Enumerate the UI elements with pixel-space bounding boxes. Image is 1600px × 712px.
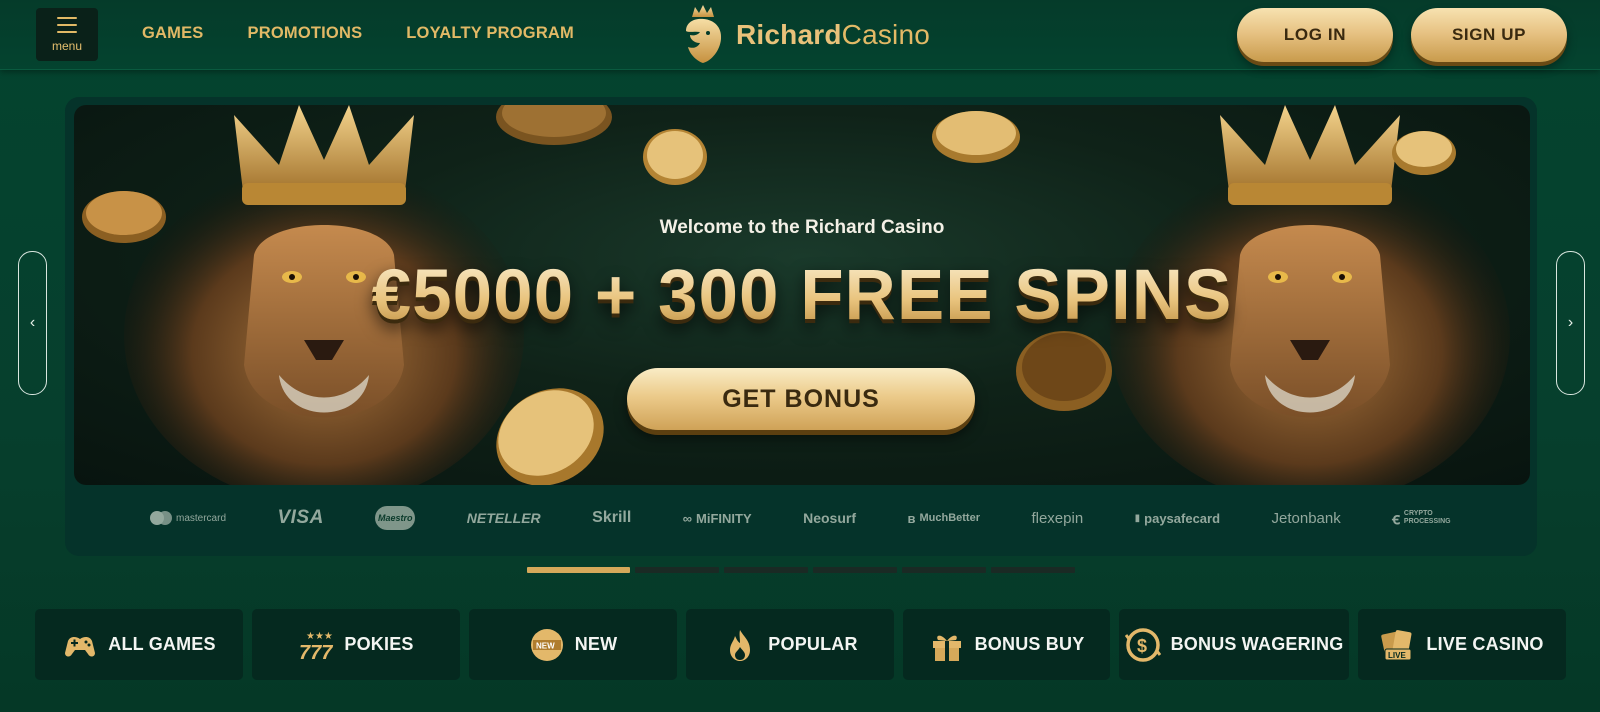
nav-loyalty-program[interactable]: LOYALTY PROGRAM <box>406 24 574 43</box>
svg-text:LIVE: LIVE <box>1388 651 1406 660</box>
payment-skrill: Skrill <box>592 509 632 526</box>
category-label: LIVE CASINO <box>1426 634 1544 654</box>
coin-icon <box>643 129 707 185</box>
menu-button[interactable]: menu <box>36 8 98 61</box>
carousel-indicator[interactable] <box>724 567 808 573</box>
main-nav: GAMES PROMOTIONS LOYALTY PROGRAM <box>142 24 574 43</box>
lion-crown-logo-icon <box>686 5 722 63</box>
slot-777-icon: 777 ★★★ <box>299 631 333 663</box>
category-pokies[interactable]: 777 ★★★ POKIES <box>252 609 460 680</box>
carousel-indicator[interactable] <box>902 567 986 573</box>
payment-paysafecard: ▮ paysafecard <box>1135 511 1220 526</box>
coin-icon <box>932 111 1020 163</box>
new-badge-icon: NEW <box>530 628 563 661</box>
signup-button[interactable]: SIGN UP <box>1411 8 1567 62</box>
site-logo[interactable]: RichardCasino <box>678 2 930 68</box>
carousel-indicator[interactable] <box>991 567 1075 573</box>
svg-text:$: $ <box>1137 636 1147 656</box>
hero-welcome-text: Welcome to the Richard Casino <box>659 217 945 238</box>
category-label: POPULAR <box>768 634 858 654</box>
carousel-indicator-active[interactable] <box>527 567 630 573</box>
svg-text:777: 777 <box>299 642 333 663</box>
category-bonus-wagering[interactable]: $ BONUS WAGERING <box>1119 609 1349 680</box>
category-bonus-buy[interactable]: BONUS BUY <box>903 609 1110 680</box>
payment-label: MuchBetter <box>919 512 980 524</box>
payment-label: mastercard <box>176 512 227 524</box>
gift-icon <box>932 635 961 661</box>
coinspaid-icon: ꞓ <box>1392 511 1400 528</box>
category-label: BONUS WAGERING <box>1170 634 1344 654</box>
payment-maestro: Maestro <box>375 506 416 530</box>
payment-flexepin: flexepin <box>1031 509 1084 527</box>
maestro-icon: Maestro <box>375 506 416 530</box>
category-live-casino[interactable]: LIVE LIVE CASINO <box>1358 609 1566 680</box>
chevron-right-icon: › <box>1567 314 1574 331</box>
coin-icon <box>1392 131 1456 175</box>
svg-text:★★★: ★★★ <box>306 631 333 642</box>
carousel-progress <box>527 567 1075 573</box>
category-popular[interactable]: POPULAR <box>686 609 894 680</box>
mastercard-icon <box>150 511 172 525</box>
category-label: POKIES <box>344 634 414 654</box>
payment-mastercard: mastercard <box>150 511 226 525</box>
payment-label: MiFINITY <box>696 510 752 526</box>
login-button[interactable]: LOG IN <box>1237 8 1393 62</box>
category-label: BONUS BUY <box>974 634 1085 654</box>
coin-icon <box>496 388 604 485</box>
payment-muchbetter: ʙ MuchBetter <box>907 511 980 526</box>
hero-bonus-title: €5000 + 300 FREE SPINS <box>74 255 1530 336</box>
hero-banner: Welcome to the Richard Casino €5000 + 30… <box>74 105 1530 485</box>
payment-neosurf: Neosurf <box>803 510 857 526</box>
carousel-indicator[interactable] <box>813 567 897 573</box>
payment-label: CRYPTO PROCESSING <box>1403 510 1451 525</box>
category-new[interactable]: NEW NEW <box>469 609 677 680</box>
carousel-prev-button[interactable]: ‹ <box>18 251 47 395</box>
site-header: menu GAMES PROMOTIONS LOYALTY PROGRAM Ri… <box>0 0 1600 70</box>
carousel-next-button[interactable]: › <box>1556 251 1585 395</box>
lock-icon: ▮ <box>1134 512 1141 524</box>
payment-methods: mastercard VISA Maestro NETELLER Skrill … <box>150 506 1451 530</box>
muchbetter-icon: ʙ <box>907 510 916 526</box>
live-cards-icon: LIVE <box>1381 629 1412 660</box>
coin-icon <box>496 105 612 145</box>
gamepad-icon <box>65 636 96 657</box>
menu-label: menu <box>51 38 83 53</box>
logo-text-bold: Richard <box>736 19 842 50</box>
infinity-icon: ∞ <box>682 510 693 526</box>
payment-crypto-processing: ꞓ CRYPTO PROCESSING <box>1392 507 1450 529</box>
payment-neteller: NETELLER <box>466 510 541 526</box>
category-label: NEW <box>574 634 618 654</box>
logo-text-light: Casino <box>841 19 931 50</box>
nav-games[interactable]: GAMES <box>142 24 204 43</box>
payment-label: paysafecard <box>1144 510 1221 526</box>
category-all-games[interactable]: ALL GAMES <box>35 609 243 680</box>
logo-text: RichardCasino <box>736 19 930 51</box>
chevron-left-icon: ‹ <box>29 314 36 331</box>
dollar-coin-icon: $ <box>1124 627 1161 662</box>
svg-text:NEW: NEW <box>536 641 555 650</box>
payment-jetonbank: Jetonbank <box>1271 509 1341 527</box>
category-label: ALL GAMES <box>108 634 216 654</box>
payment-mifinity: ∞ MiFINITY <box>683 511 752 526</box>
nav-promotions[interactable]: PROMOTIONS <box>248 24 363 43</box>
hamburger-icon <box>57 16 77 33</box>
payment-visa: VISA <box>277 507 324 528</box>
coin-icon <box>1016 331 1112 411</box>
flame-icon <box>730 629 751 661</box>
carousel-indicator[interactable] <box>635 567 719 573</box>
get-bonus-button[interactable]: GET BONUS <box>627 368 975 430</box>
game-categories: ALL GAMES 777 ★★★ POKIES NEW NEW POPULAR… <box>35 609 1567 680</box>
